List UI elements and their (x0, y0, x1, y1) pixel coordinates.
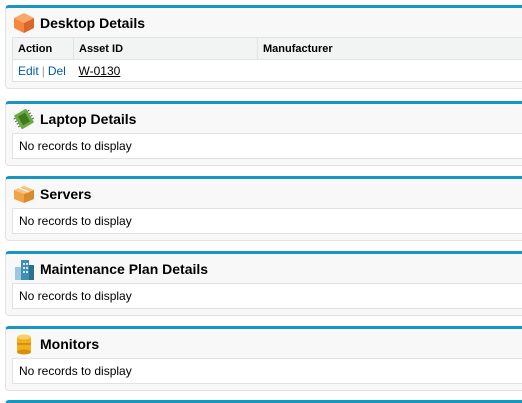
section-title: Laptop Details (40, 110, 137, 127)
empty-message: No records to display (19, 364, 132, 378)
desktop-box-icon (12, 11, 36, 35)
servers-related-list: Servers No records to display (5, 176, 522, 241)
monitors-body: No records to display (12, 358, 522, 384)
monitors-related-list: Monitors No records to display (5, 326, 522, 391)
building-icon (12, 257, 36, 281)
empty-message: No records to display (19, 214, 132, 228)
desktop-details-table: Action Asset ID Manufacturer Edit | Del W-… (13, 38, 522, 81)
table-header-row: Action Asset ID Manufacturer (13, 38, 522, 60)
maintenance-plan-details-body: No records to display (12, 283, 522, 309)
cylinder-icon (12, 332, 36, 356)
section-title: Desktop Details (40, 14, 146, 31)
maintenance-plan-details-related-list: Maintenance Plan Details No records to d… (5, 251, 522, 316)
servers-header: Servers (6, 179, 522, 208)
table-row: Edit | Del W-0130 (13, 60, 522, 82)
edit-link[interactable]: Edit (18, 64, 39, 78)
section-title: Maintenance Plan Details (40, 260, 209, 277)
column-header-action: Action (13, 38, 74, 60)
servers-body: No records to display (12, 208, 522, 234)
empty-message: No records to display (19, 289, 132, 303)
servers-box-icon (12, 182, 36, 206)
action-separator: | (41, 63, 45, 78)
manufacturer-cell (258, 60, 522, 82)
column-header-manufacturer[interactable]: Manufacturer (257, 38, 522, 60)
asset-id-link[interactable]: W-0130 (79, 64, 121, 78)
empty-message: No records to display (19, 139, 132, 153)
section-title: Servers (40, 185, 92, 202)
asset-id-cell: W-0130 (74, 60, 258, 82)
laptop-details-header: Laptop Details (6, 104, 522, 133)
related-lists-page: Desktop Details Action Asset ID Manufact… (0, 0, 522, 403)
delete-link[interactable]: Del (48, 64, 66, 78)
laptop-chip-icon (12, 107, 36, 131)
desktop-details-body: Action Asset ID Manufacturer Edit | Del W-… (12, 37, 522, 82)
maintenance-plan-details-header: Maintenance Plan Details (6, 254, 522, 283)
laptop-details-related-list: Laptop Details No records to display (5, 101, 522, 166)
laptop-details-body: No records to display (12, 133, 522, 159)
column-header-asset-id[interactable]: Asset ID (73, 38, 258, 60)
section-title: Monitors (40, 335, 100, 352)
desktop-details-header: Desktop Details (6, 8, 522, 37)
desktop-details-related-list: Desktop Details Action Asset ID Manufact… (5, 5, 522, 89)
monitors-header: Monitors (6, 329, 522, 358)
action-cell: Edit | Del (13, 60, 74, 82)
